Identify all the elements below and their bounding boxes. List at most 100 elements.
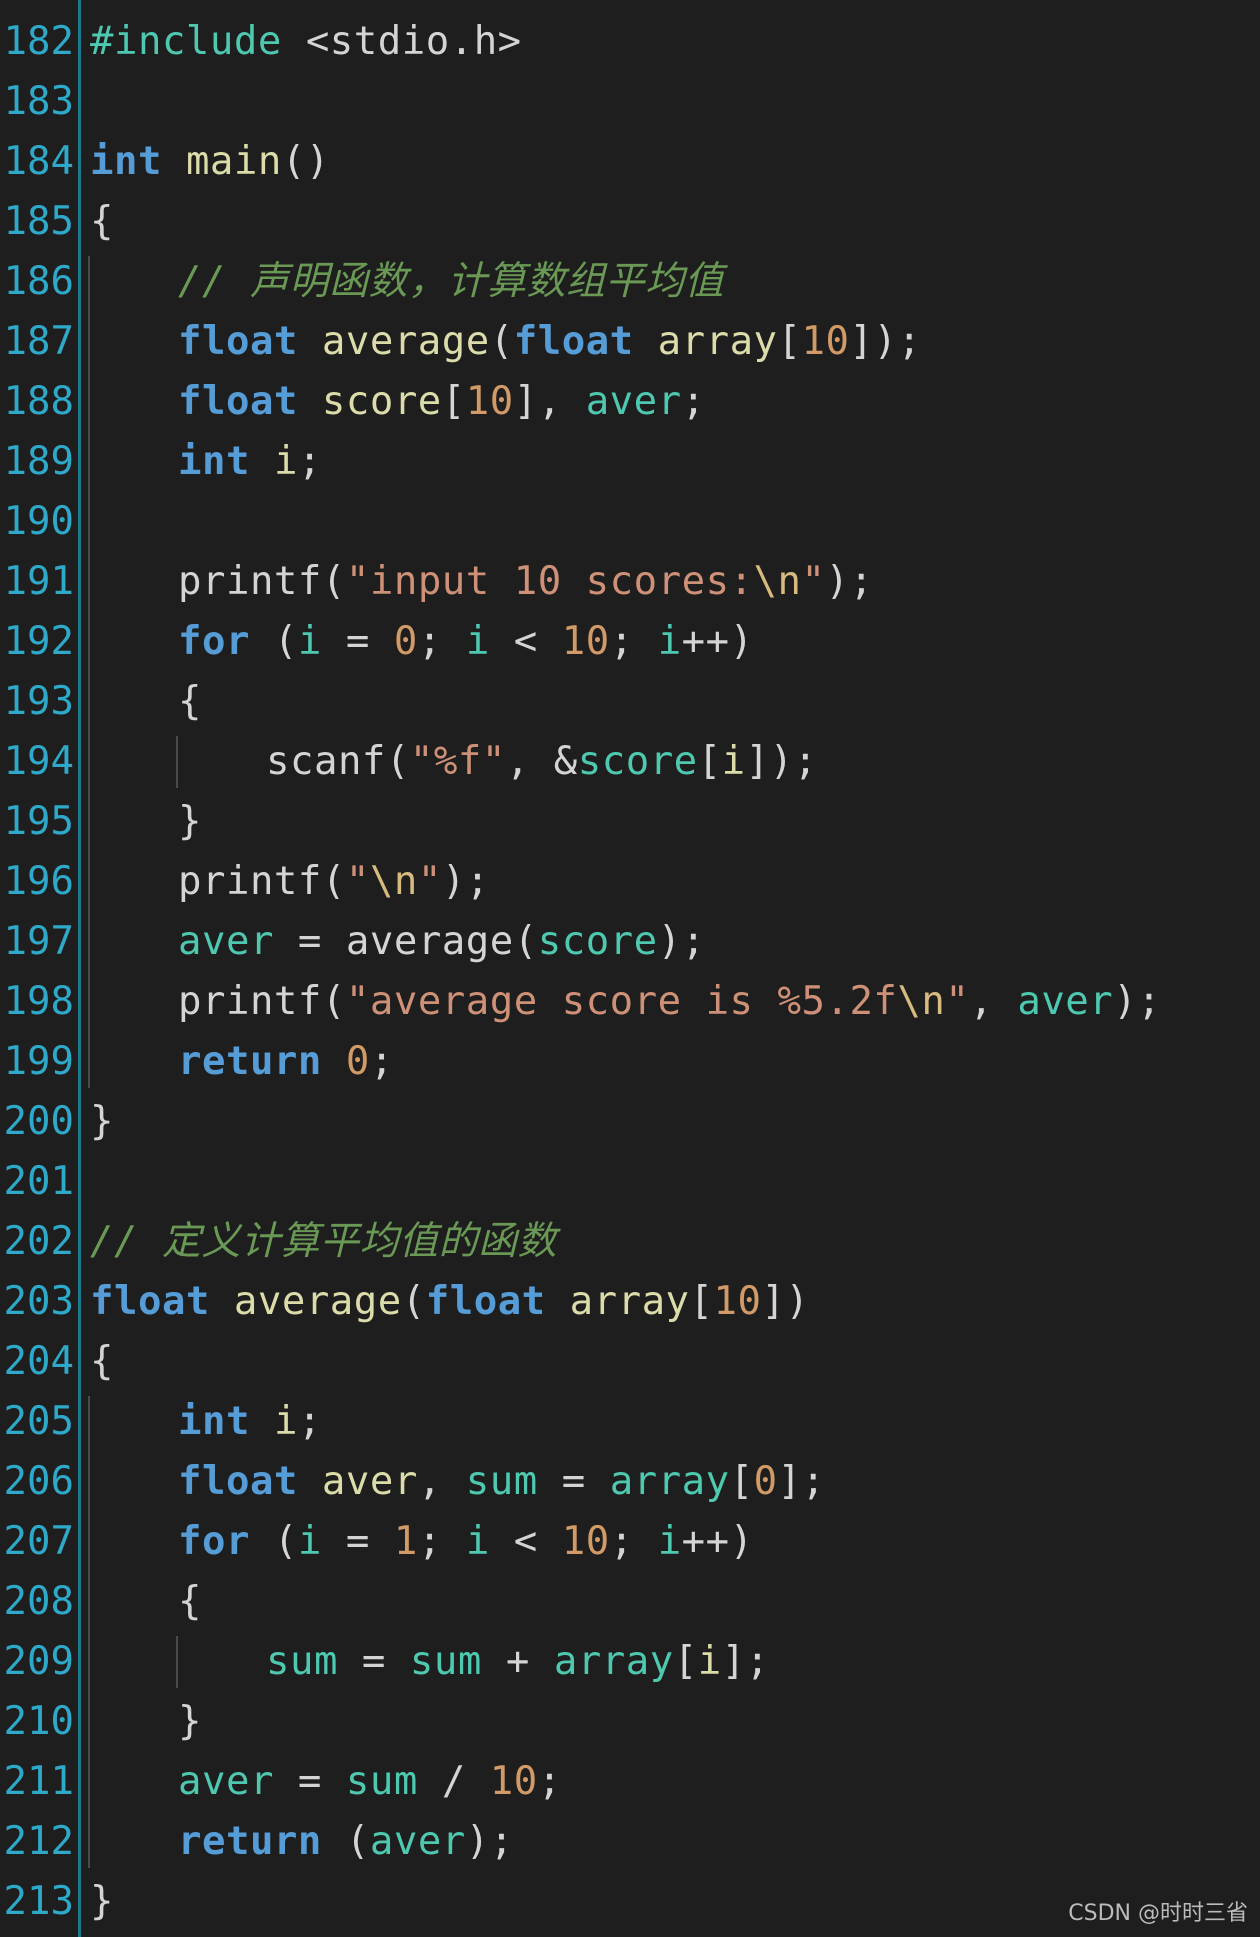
code-token: = bbox=[337, 1639, 410, 1684]
code-token: score bbox=[321, 379, 442, 424]
code-line[interactable]: 206 float aver, sum = array[0]; bbox=[0, 1452, 1260, 1512]
code-token: score bbox=[577, 739, 698, 784]
code-line[interactable]: 205 int i; bbox=[0, 1392, 1260, 1452]
code-line[interactable]: 198 printf("average score is %5.2f\n", av… bbox=[0, 972, 1260, 1032]
code-text: // 定义计算平均值的函数 bbox=[90, 1212, 557, 1272]
code-editor[interactable]: 182 #include <stdio.h> 183 184 int main() 185… bbox=[0, 0, 1260, 1937]
line-number: 187 bbox=[3, 319, 74, 364]
line-number: 203 bbox=[3, 1279, 74, 1324]
code-line[interactable]: 208 { bbox=[0, 1572, 1260, 1632]
code-token: 10 bbox=[489, 1759, 538, 1804]
code-token: ]; bbox=[721, 1639, 770, 1684]
code-line[interactable]: 204 { bbox=[0, 1332, 1260, 1392]
code-token: [ bbox=[673, 1639, 698, 1684]
code-token: array bbox=[569, 1279, 690, 1324]
code-token: int bbox=[90, 139, 162, 184]
code-token: average bbox=[233, 1279, 402, 1324]
code-line[interactable]: 203 float average(float array[10]) bbox=[0, 1272, 1260, 1332]
code-token: printf bbox=[178, 859, 322, 904]
indent-guide bbox=[88, 1396, 90, 1868]
code-line[interactable]: 196 printf("\n"); bbox=[0, 852, 1260, 912]
code-text: { bbox=[90, 1332, 114, 1392]
code-line[interactable]: 207 for (i = 1; i < 10; i++) bbox=[0, 1512, 1260, 1572]
code-line[interactable]: 212 return (aver); bbox=[0, 1812, 1260, 1872]
code-token: " bbox=[345, 859, 370, 904]
code-token: printf bbox=[178, 559, 322, 604]
code-token: ( bbox=[249, 1519, 298, 1564]
code-token: aver bbox=[369, 1819, 466, 1864]
code-text: printf("\n"); bbox=[178, 852, 490, 912]
line-number: 209 bbox=[3, 1639, 74, 1684]
code-text: { bbox=[90, 192, 114, 252]
line-number: 210 bbox=[3, 1699, 74, 1744]
code-line[interactable]: 197 aver = average(score); bbox=[0, 912, 1260, 972]
code-text: float average(float array[10]); bbox=[178, 312, 921, 372]
indent-guide bbox=[176, 736, 178, 788]
code-token: // 定义计算平均值的函数 bbox=[90, 1219, 557, 1264]
code-token: + bbox=[481, 1639, 554, 1684]
code-line[interactable]: 191 printf("input 10 scores:\n"); bbox=[0, 552, 1260, 612]
code-line[interactable]: 184 int main() bbox=[0, 132, 1260, 192]
code-token: 10 bbox=[801, 319, 850, 364]
code-line[interactable]: 200} bbox=[0, 1092, 1260, 1152]
code-line[interactable]: 188 float score[10], aver; bbox=[0, 372, 1260, 432]
code-line[interactable]: 193 { bbox=[0, 672, 1260, 732]
code-line[interactable]: 190 bbox=[0, 492, 1260, 552]
code-line[interactable]: 201 bbox=[0, 1152, 1260, 1212]
code-line[interactable]: 202 // 定义计算平均值的函数 bbox=[0, 1212, 1260, 1272]
code-token: [ bbox=[697, 739, 722, 784]
line-number: 205 bbox=[3, 1399, 74, 1444]
code-token: scanf bbox=[266, 739, 386, 784]
code-token: sum bbox=[266, 1639, 338, 1684]
code-token: } bbox=[90, 1879, 114, 1924]
code-token: i bbox=[465, 1519, 490, 1564]
code-line[interactable]: 187 float average(float array[10]); bbox=[0, 312, 1260, 372]
code-text: float average(float array[10]) bbox=[90, 1272, 809, 1332]
code-token: 10 bbox=[561, 619, 610, 664]
code-line[interactable]: 189 int i; bbox=[0, 432, 1260, 492]
code-token: ( bbox=[489, 319, 514, 364]
code-token: 10 bbox=[561, 1519, 610, 1564]
code-token: "input 10 scores: bbox=[345, 559, 754, 604]
code-line[interactable]: 199 return 0; bbox=[0, 1032, 1260, 1092]
code-token: i bbox=[697, 1639, 722, 1684]
code-token: float bbox=[513, 319, 634, 364]
code-token: ); bbox=[657, 919, 706, 964]
code-token: return bbox=[178, 1819, 322, 1864]
line-number: 211 bbox=[3, 1759, 74, 1804]
code-token: } bbox=[90, 1099, 114, 1144]
code-line[interactable]: 192 for (i = 0; i < 10; i++) bbox=[0, 612, 1260, 672]
code-token: < bbox=[489, 619, 562, 664]
code-line[interactable]: 194 scanf("%f", &score[i]); bbox=[0, 732, 1260, 792]
code-line[interactable]: 210} bbox=[0, 1692, 1260, 1752]
code-token: score bbox=[537, 919, 658, 964]
code-token: () bbox=[281, 139, 330, 184]
code-text: } bbox=[178, 1692, 202, 1752]
code-text: float score[10], aver; bbox=[178, 372, 706, 432]
code-token: { bbox=[90, 1339, 114, 1384]
code-token: ( bbox=[321, 1819, 370, 1864]
code-token: sum bbox=[409, 1639, 482, 1684]
code-token: #include bbox=[90, 19, 306, 64]
code-line[interactable]: 211 aver = sum / 10; bbox=[0, 1752, 1260, 1812]
code-token: ; bbox=[681, 379, 706, 424]
code-line[interactable]: 195} bbox=[0, 792, 1260, 852]
code-line[interactable]: 182 #include <stdio.h> bbox=[0, 12, 1260, 72]
code-line[interactable]: 183 bbox=[0, 72, 1260, 132]
code-line[interactable]: 186 // 声明函数，计算数组平均值 bbox=[0, 252, 1260, 312]
code-token: float bbox=[90, 1279, 210, 1324]
code-line[interactable]: 209 sum = sum + array[i]; bbox=[0, 1632, 1260, 1692]
code-token: float bbox=[178, 319, 298, 364]
code-text: aver = sum / 10; bbox=[178, 1752, 562, 1812]
code-token: ( bbox=[513, 919, 538, 964]
code-token: ( bbox=[321, 859, 346, 904]
code-line[interactable]: 185 { bbox=[0, 192, 1260, 252]
code-token: sum bbox=[345, 1759, 418, 1804]
code-token: 10 bbox=[465, 379, 514, 424]
